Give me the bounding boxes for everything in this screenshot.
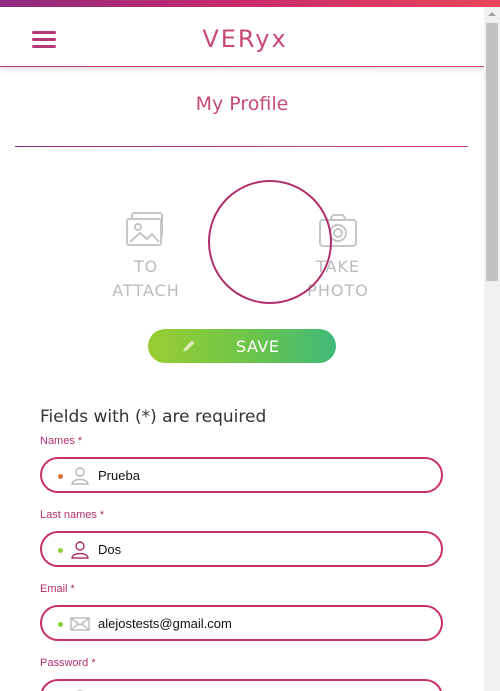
attach-label: TO ATTACH — [112, 257, 180, 300]
avatar[interactable] — [208, 180, 332, 304]
password-field — [40, 679, 443, 691]
attach-image-button[interactable]: TO ATTACH — [98, 211, 194, 303]
pencil-icon — [183, 340, 195, 352]
names-input[interactable] — [98, 465, 428, 485]
save-button[interactable]: SAVE — [148, 329, 336, 363]
scrollbar-thumb[interactable] — [486, 23, 498, 281]
header-divider — [0, 66, 484, 67]
image-icon — [126, 212, 163, 246]
last-names-field — [40, 531, 443, 567]
names-label: Names * — [40, 435, 83, 447]
save-label: SAVE — [236, 337, 280, 356]
last-names-input[interactable] — [98, 539, 428, 559]
app-viewport: VERyx My Profile TO ATTACH TAKE PHOTO SA… — [0, 7, 484, 691]
scrollbar[interactable] — [484, 7, 500, 691]
names-field — [40, 457, 443, 493]
status-dot — [58, 548, 63, 553]
brand-logo: VERyx — [202, 25, 288, 53]
password-label: Password * — [40, 657, 96, 669]
user-icon — [71, 541, 89, 559]
status-dot — [58, 474, 63, 479]
title-divider — [15, 146, 468, 147]
email-field — [40, 605, 443, 641]
page-title: My Profile — [195, 93, 289, 115]
status-dot — [58, 622, 63, 627]
app-header: VERyx — [0, 7, 484, 67]
top-gradient-bar — [0, 0, 500, 7]
user-icon — [71, 467, 89, 485]
scroll-up-arrow-icon[interactable] — [484, 7, 500, 21]
password-input[interactable] — [98, 687, 428, 691]
envelope-icon — [70, 617, 90, 631]
email-label: Email * — [40, 583, 75, 595]
last-names-label: Last names * — [40, 509, 105, 521]
required-fields-note: Fields with (*) are required — [40, 407, 267, 427]
email-input[interactable] — [98, 613, 428, 633]
